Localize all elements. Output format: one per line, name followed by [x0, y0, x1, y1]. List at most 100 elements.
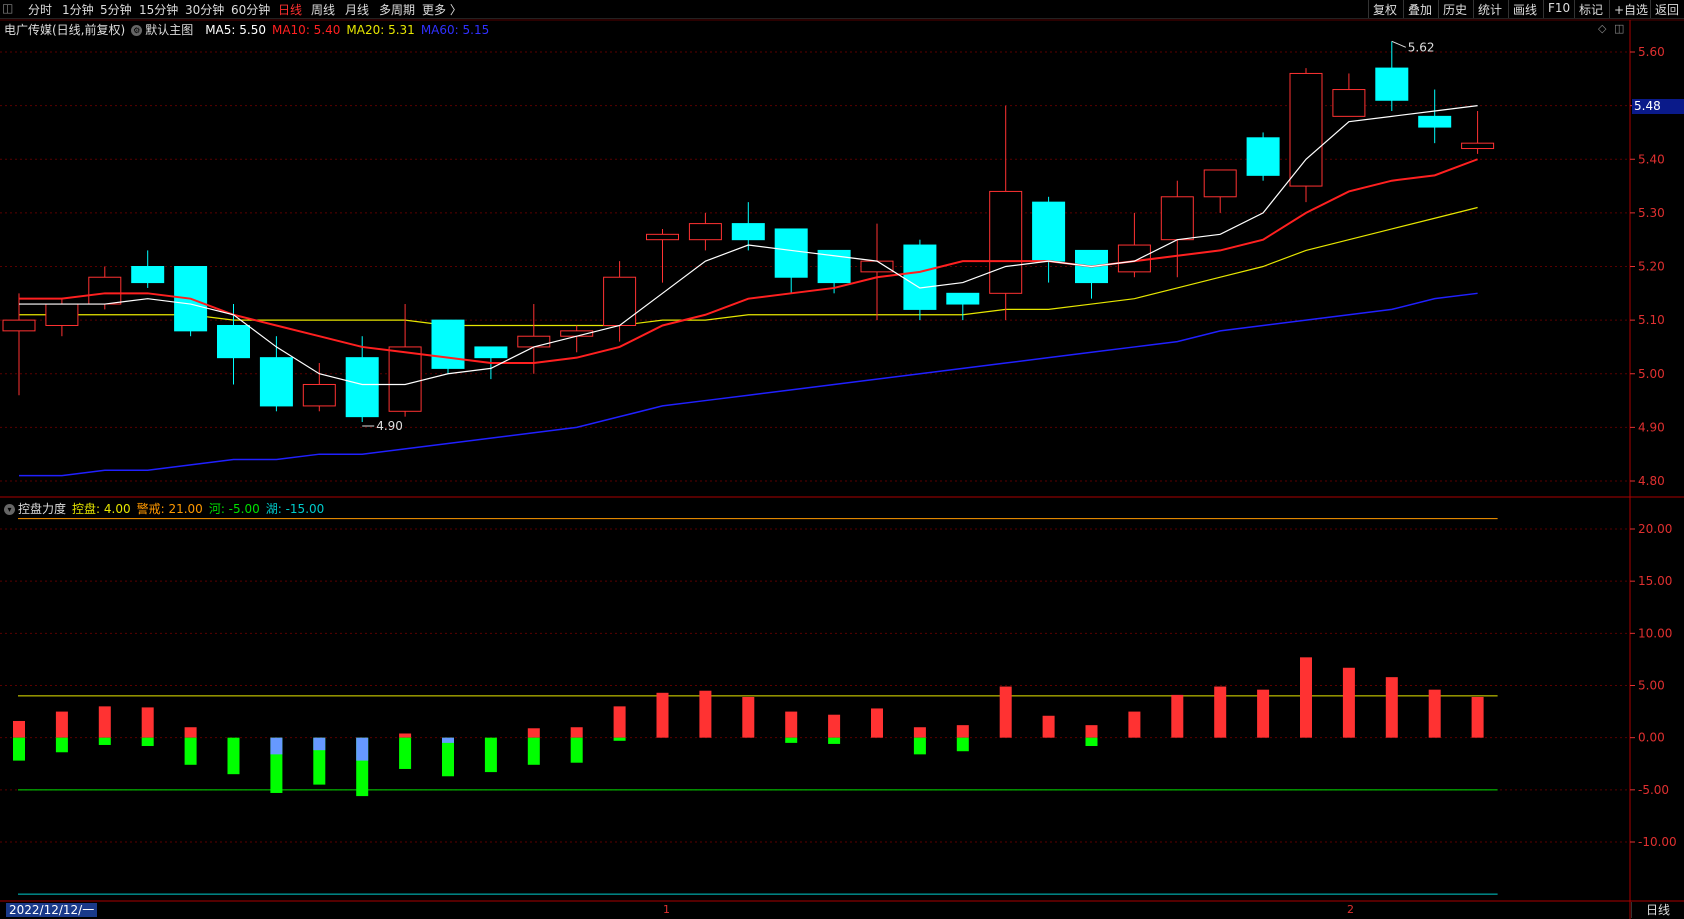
f10-button[interactable]: F10 [1543, 0, 1574, 18]
month-mark-jan: 1 [663, 903, 670, 916]
tab-5min[interactable]: 5分钟 [100, 1, 132, 18]
tab-30min[interactable]: 30分钟 [185, 1, 224, 18]
kongpan-bar-green [527, 737, 540, 765]
sub-legend: ▾ 控盘力度 控盘: 4.00 警戒: 21.00 河: -5.00 湖: -15.00 [4, 500, 330, 517]
jingjie-value: 警戒: 21.00 [136, 502, 203, 516]
kongpan-bar-green [55, 737, 68, 753]
sub-axis-label: 0.00 [1638, 731, 1665, 745]
price-axis-label: 5.10 [1638, 313, 1665, 327]
settings-icon[interactable]: ⚙ [131, 25, 143, 36]
tab-monthly[interactable]: 月线 [345, 1, 369, 18]
tab-multi-period[interactable]: 多周期 [379, 1, 415, 18]
tab-more[interactable]: 更多 〉 [422, 1, 462, 18]
candles-group [2, 41, 1495, 423]
history-button[interactable]: 历史 [1438, 0, 1471, 18]
ma60-value: MA60: 5.15 [420, 23, 490, 37]
candle-up [1203, 169, 1237, 198]
sub-axis-label: -10.00 [1638, 835, 1677, 849]
candle-down [1418, 115, 1452, 128]
candle-up [1117, 244, 1151, 273]
period-indicator[interactable]: 日线 [1631, 902, 1684, 918]
candle-down [1032, 201, 1066, 262]
kongpan-bar-red [570, 727, 583, 738]
kongpan-bar-red [399, 733, 412, 738]
kongpan-bar-red [956, 725, 969, 738]
ma5-value: MA5: 5.50 [205, 23, 266, 37]
add-watchlist-button[interactable]: +自选 [1609, 0, 1652, 18]
candle-up [1332, 89, 1366, 117]
candle-down [1375, 67, 1409, 101]
diamond-icon[interactable]: ◇ [1598, 22, 1606, 35]
period-toolbar: ◫ 分时 1分钟 5分钟 15分钟 30分钟 60分钟 日线 周线 月线 多周期… [0, 0, 1684, 19]
kongpan-bar-red [1342, 667, 1355, 738]
ma20-value: MA20: 5.31 [346, 23, 415, 37]
tab-daily[interactable]: 日线 [278, 1, 302, 18]
kongpan-bar-green [1085, 737, 1098, 747]
kongpan-bar-red [1471, 696, 1484, 738]
candle-down [774, 228, 808, 278]
fuquan-button[interactable]: 复权 [1368, 0, 1401, 18]
kongpan-bar-red [184, 727, 197, 738]
high-label: 5.62 [1408, 40, 1435, 54]
kongpan-bar-red [13, 720, 25, 738]
back-button[interactable]: 返回 [1650, 0, 1683, 18]
price-axis-label: 5.30 [1638, 206, 1665, 220]
kongpan-bar-red [613, 706, 626, 738]
sub-title: 控盘力度 [18, 502, 67, 516]
kongpan-bar-red [1128, 711, 1141, 738]
kongpan-bar-red [1171, 694, 1184, 738]
kongpan-bar-green [484, 737, 497, 773]
kongpan-bar-green [442, 737, 454, 777]
tab-60min[interactable]: 60分钟 [231, 1, 270, 18]
kongpan-bar-red [141, 707, 154, 738]
mark-button[interactable]: 标记 [1574, 0, 1607, 18]
stock-title: 电广传媒(日线,前复权) [4, 23, 126, 37]
kongpan-bar-red [913, 727, 926, 738]
kongpan-bar-green [828, 737, 841, 744]
stats-button[interactable]: 统计 [1473, 0, 1506, 18]
candle-up [45, 303, 79, 326]
sub-axis-label: 15.00 [1638, 574, 1672, 588]
kongpan-bar-blue [270, 737, 283, 755]
sub-axis-label: -5.00 [1638, 783, 1669, 797]
tab-1min[interactable]: 1分钟 [62, 1, 94, 18]
kongpan-bar-red [1428, 689, 1441, 738]
ma10-value: MA10: 5.40 [271, 23, 341, 37]
month-mark-feb: 2 [1347, 903, 1354, 916]
chart-canvas[interactable]: 5.605.505.405.305.205.105.004.904.8020.0… [0, 0, 1684, 919]
indicator-select[interactable]: ⚙ 默认主图 [131, 23, 199, 37]
kongpan-bar-red [98, 706, 111, 738]
price-axis-label: 5.00 [1638, 367, 1665, 381]
candle-down [731, 223, 765, 241]
candle-down [217, 324, 250, 359]
kongpan-bar-green [570, 737, 583, 763]
candle-up [603, 276, 637, 326]
panel-toggle-icon[interactable]: ◫ [1614, 22, 1624, 35]
tab-weekly[interactable]: 周线 [311, 1, 335, 18]
kongpan-bar-green [956, 737, 969, 752]
kongpan-bar-red [1214, 686, 1227, 738]
collapse-icon[interactable]: ▾ [4, 504, 15, 515]
price-axis-label: 5.20 [1638, 260, 1665, 274]
overlay-button[interactable]: 叠加 [1403, 0, 1436, 18]
kongpan-value: 控盘: 4.00 [72, 502, 131, 516]
candle-down [259, 357, 293, 407]
kongpan-bar-green [13, 737, 25, 761]
tab-fenshi[interactable]: 分时 [28, 1, 52, 18]
kongpan-bar-blue [356, 737, 369, 761]
window-icon[interactable]: ◫ [2, 1, 13, 15]
cursor-date: 2022/12/12/一 [6, 903, 98, 917]
kongpan-bar-green [613, 737, 626, 741]
high-arrow [1391, 40, 1406, 48]
kongpan-bar-red [699, 690, 712, 738]
kongpan-bar-green [98, 737, 111, 745]
kongpan-bar-red [1085, 725, 1098, 738]
candle-up [1160, 196, 1194, 241]
candle-up [1461, 142, 1495, 150]
kongpan-bar-blue [313, 737, 326, 751]
kongpan-bar-green [785, 737, 798, 743]
tab-15min[interactable]: 15分钟 [139, 1, 178, 18]
sub-bars-group [13, 657, 1484, 797]
draw-button[interactable]: 画线 [1508, 0, 1541, 18]
price-axis-label: 4.90 [1638, 420, 1665, 434]
